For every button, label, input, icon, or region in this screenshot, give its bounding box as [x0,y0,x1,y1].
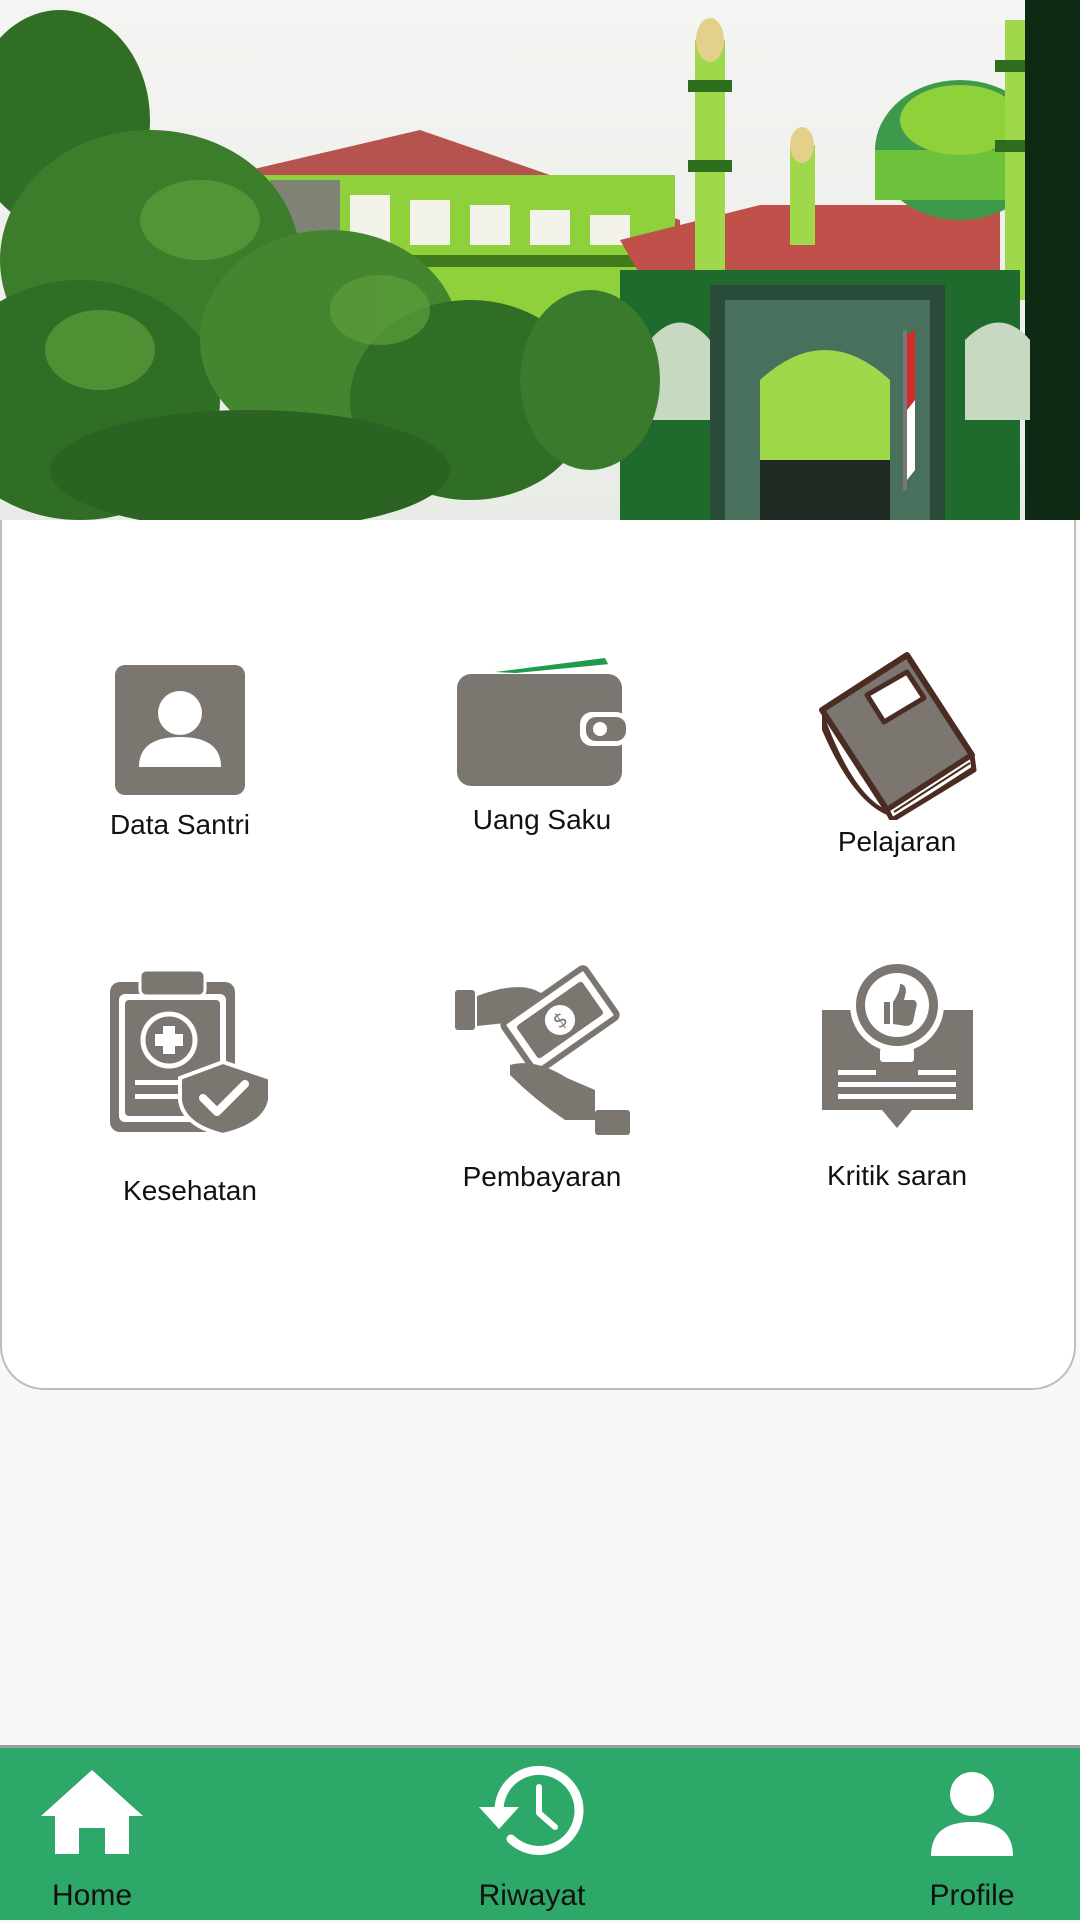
pesantren-building-photo [0,0,1080,520]
menu-data-santri[interactable]: Data Santri [30,665,330,841]
menu-label: Kesehatan [123,1175,257,1206]
menu-label: Pembayaran [462,1161,622,1192]
bottom-navigation: Home Riwayat Profile [0,1745,1080,1920]
nav-riwayat-label: Riwayat [478,1879,586,1912]
menu-label: Pelajaran [837,826,957,857]
menu-label: Kritik saran [826,1160,968,1191]
payment-hand-icon: $ [454,965,630,1135]
nav-home-label: Home [51,1879,133,1912]
profile-icon [931,1772,1013,1856]
menu-pembayaran[interactable]: $ Pembayaran [392,950,692,1193]
wallet-icon [456,658,628,786]
person-card-icon [115,665,245,795]
hero-image [0,0,1080,520]
nav-profile[interactable]: Profile [862,1748,1080,1923]
menu-kesehatan[interactable]: Kesehatan [40,970,340,1207]
menu-label: Data Santri [109,809,251,840]
home-icon [41,1770,143,1854]
menu-pelajaran[interactable]: Pelajaran [747,650,1047,858]
book-icon [819,652,977,820]
menu-kritik-saran[interactable]: Kritik saran [747,950,1047,1192]
menu-label: Uang Saku [472,804,612,835]
nav-profile-label: Profile [929,1879,1015,1912]
nav-riwayat[interactable]: Riwayat [422,1748,642,1923]
feedback-bulb-icon [821,958,973,1128]
history-icon [479,1765,584,1855]
medical-clipboard-icon [110,970,272,1135]
menu-uang-saku[interactable]: Uang Saku [392,650,692,836]
nav-home[interactable]: Home [0,1748,202,1923]
menu-card: Data Santri Uang Saku Pelajaran Kesehata… [0,520,1076,1390]
